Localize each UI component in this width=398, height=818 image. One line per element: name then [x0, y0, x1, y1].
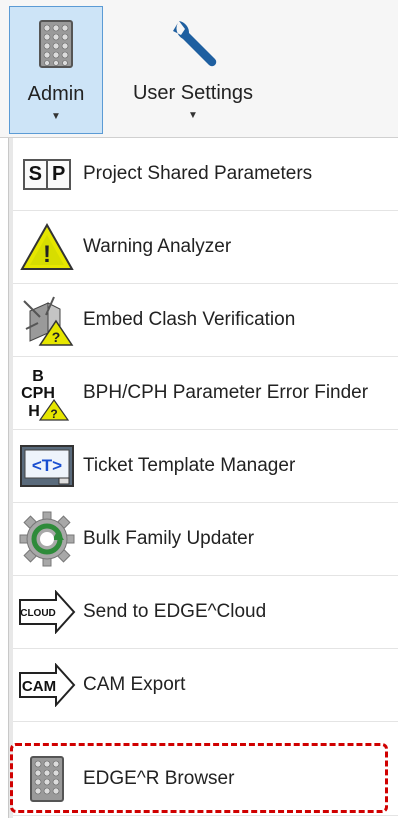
svg-text:?: ? [52, 329, 61, 345]
svg-text:CAM: CAM [22, 678, 56, 695]
menu-item-bulk-family-updater[interactable]: Bulk Family Updater [13, 503, 398, 576]
bph-cph-icon: B CPH H ? [17, 365, 77, 421]
menu-item-ticket-template-manager[interactable]: <T> Ticket Template Manager [13, 430, 398, 503]
highlight-box [10, 743, 388, 813]
menu-item-label: Ticket Template Manager [83, 455, 296, 476]
warning-triangle-icon: ! [17, 219, 77, 275]
cam-arrow-icon: CAM [17, 657, 77, 713]
menu-item-send-to-edge-cloud[interactable]: CLOUD Send to EDGE^Cloud [13, 576, 398, 649]
admin-button[interactable]: Admin ▼ [9, 6, 103, 134]
user-settings-button[interactable]: User Settings ▼ [118, 6, 268, 134]
svg-text:CPH: CPH [21, 385, 55, 402]
menu-item-warning-analyzer[interactable]: ! Warning Analyzer [13, 211, 398, 284]
svg-text:CLOUD: CLOUD [20, 608, 56, 619]
svg-text:H: H [28, 403, 40, 420]
embed-clash-icon: ? [17, 292, 77, 348]
menu-item-label: CAM Export [83, 674, 186, 695]
svg-text:?: ? [50, 407, 57, 421]
menu-item-cam-export[interactable]: CAM CAM Export [13, 649, 398, 722]
menu-item-label: BPH/CPH Parameter Error Finder [83, 382, 369, 403]
chevron-down-icon: ▼ [51, 111, 61, 122]
admin-label: Admin [27, 83, 85, 105]
ticket-template-icon: <T> [17, 438, 77, 494]
admin-dropdown-menu: SP Project Shared Parameters ! Warning A… [8, 138, 398, 818]
user-settings-label: User Settings [132, 82, 254, 104]
grid-panel-icon [39, 19, 73, 69]
menu-item-label: Warning Analyzer [83, 236, 232, 257]
gear-refresh-icon [17, 511, 77, 567]
menu-item-project-shared-parameters[interactable]: SP Project Shared Parameters [13, 138, 398, 211]
svg-text:!: ! [43, 241, 51, 268]
ribbon-bar: Admin ▼ User Settings ▼ [0, 0, 398, 138]
menu-item-label: Embed Clash Verification [83, 309, 296, 330]
svg-text:B: B [32, 368, 44, 385]
svg-text:<T>: <T> [32, 456, 62, 475]
sp-grid-icon: SP [17, 146, 77, 202]
menu-item-bph-cph-parameter-error-finder[interactable]: B CPH H ? BPH/CPH Parameter Error Finder [13, 357, 398, 430]
chevron-down-icon: ▼ [188, 110, 198, 121]
menu-item-label: Bulk Family Updater [83, 528, 255, 549]
cloud-arrow-icon: CLOUD [17, 584, 77, 640]
menu-item-label: Project Shared Parameters [83, 163, 313, 184]
menu-item-label: Send to EDGE^Cloud [83, 601, 267, 622]
wrench-icon [165, 18, 221, 68]
menu-item-embed-clash-verification[interactable]: ? Embed Clash Verification [13, 284, 398, 357]
